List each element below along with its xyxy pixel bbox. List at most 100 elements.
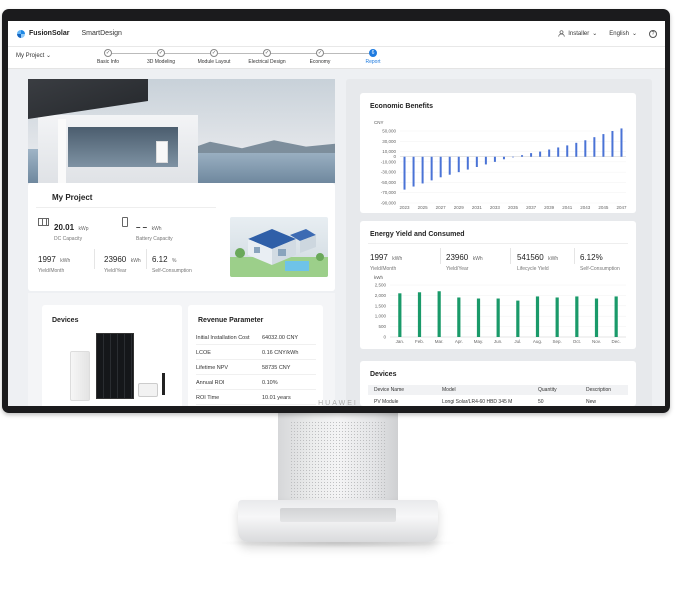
bar: [496, 298, 500, 337]
economic-unit: CNY: [374, 120, 384, 125]
revenue-row: Lifetime NPV 58735 CNY: [196, 361, 316, 375]
logo-text: FusionSolar: [29, 30, 70, 37]
chevron-down-icon: ⌄: [592, 31, 598, 37]
steps-bar: My Project ⌄ ✓ Basic Info ✓ 3D Modeling ✓ M…: [8, 47, 665, 69]
bar: [575, 296, 579, 337]
bar: [593, 137, 596, 157]
energy-unit: kWh: [374, 275, 383, 280]
language-select[interactable]: English ⌄: [609, 30, 637, 38]
monitor-scene: FusionSolar SmartDesign Installer ⌄ Engl…: [0, 0, 676, 595]
project-select[interactable]: My Project ⌄: [16, 52, 51, 59]
x-tick-label: Oct.: [573, 339, 581, 344]
economic-benefits-card: Economic Benefits CNY 50,000 30,000 10,000…: [360, 93, 636, 213]
revenue-row-label: Annual ROI: [196, 380, 225, 386]
bar: [475, 156, 478, 167]
monitor-brand-label: HUAWEI: [318, 400, 358, 407]
yield-month-value: 1997: [38, 255, 56, 264]
revenue-row: LCOE 0.16 CNY/kWh: [196, 346, 316, 360]
step-3d-modeling[interactable]: ✓ 3D Modeling: [131, 49, 191, 65]
x-tick-label: 2041: [562, 205, 573, 210]
y-tick-label: 0: [383, 335, 386, 340]
self-consumption-label: Self-Consumption: [152, 268, 192, 274]
bar: [557, 147, 560, 157]
y-tick-label: 30,000: [382, 139, 396, 144]
x-tick-label: 2029: [454, 205, 465, 210]
yield-year-unit: kWh: [130, 258, 141, 264]
user-icon: [558, 30, 565, 37]
dc-capacity: 20.01 kWp DC Capacity: [38, 217, 88, 242]
self-consumption-value: 6.12: [152, 255, 168, 264]
step-report[interactable]: 6 Report: [343, 49, 403, 65]
bar: [535, 296, 540, 337]
hero-column: [58, 119, 66, 183]
check-icon: ✓: [157, 49, 165, 57]
solar-panel-icon: [38, 218, 49, 226]
step-electrical-design[interactable]: ✓ Electrical Design: [237, 49, 297, 65]
revenue-row: Annual ROI 0.10%: [196, 376, 316, 390]
bar: [516, 300, 520, 337]
bar: [502, 156, 505, 160]
inverter-device-image: [70, 351, 90, 401]
y-tick-label: 2,500: [375, 283, 387, 288]
x-tick-label: Feb.: [415, 339, 424, 344]
x-tick-label: Apr.: [455, 339, 463, 344]
yield-year: 23960 kWh Yield/Year: [104, 249, 141, 274]
y-tick-label: 500: [378, 324, 386, 329]
x-tick-label: Nov.: [592, 339, 601, 344]
bar: [611, 131, 614, 157]
devices-table-title: Devices: [370, 371, 397, 378]
battery-capacity: – – kWh Battery Capacity: [122, 217, 173, 242]
revenue-title: Revenue Parameter: [198, 317, 264, 324]
project-select-label: My Project: [16, 53, 45, 59]
user-menu[interactable]: Installer ⌄: [558, 30, 597, 37]
revenue-row-value: 58735 CNY: [262, 365, 291, 371]
yield-month-unit: kWh: [60, 258, 71, 264]
y-tick-label: 50,000: [382, 129, 396, 134]
step-basic-info[interactable]: ✓ Basic Info: [78, 49, 138, 65]
step-number: 6: [369, 49, 377, 57]
product-name: SmartDesign: [81, 30, 122, 37]
bar: [620, 128, 623, 157]
divider: [146, 249, 147, 269]
x-tick-label: Aug.: [533, 339, 542, 344]
yield-month: 1997 kWh Yield/Month: [38, 249, 70, 274]
x-tick-label: 2047: [616, 205, 627, 210]
step-label: Electrical Design: [248, 59, 286, 65]
fusionsolar-logo-icon: [16, 29, 26, 39]
y-tick-label: -30,000: [381, 170, 397, 175]
step-module-layout[interactable]: ✓ Module Layout: [184, 49, 244, 65]
step-economy[interactable]: ✓ Economy: [290, 49, 350, 65]
bar: [476, 298, 481, 337]
pv-module-image: [96, 333, 134, 399]
y-tick-label: -10,000: [381, 159, 397, 164]
bar: [466, 156, 469, 170]
x-tick-label: Jan.: [396, 339, 405, 344]
bar: [448, 156, 451, 175]
battery-icon: [122, 217, 128, 227]
y-tick-label: -70,000: [381, 190, 397, 195]
house-3d-illustration: [230, 229, 328, 277]
bar: [594, 298, 599, 337]
y-tick-label: 1,500: [375, 303, 387, 308]
x-tick-label: Jun.: [494, 339, 503, 344]
app-logo[interactable]: FusionSolar: [16, 29, 69, 39]
step-label: Module Layout: [197, 59, 231, 65]
bar: [437, 291, 441, 337]
devices-title: Devices: [52, 317, 79, 324]
dongle-image: [162, 373, 165, 395]
x-tick-label: 2039: [544, 205, 555, 210]
help-icon[interactable]: ?: [649, 29, 657, 38]
language-label: English: [609, 30, 629, 37]
energy-yield-chart: kWh 2,500 2,000 1,500 1,000 500 0 Jan. Feb. Mar.…: [374, 275, 626, 344]
house-3d-model-thumbnail[interactable]: [230, 217, 328, 277]
bar: [602, 134, 605, 157]
project-hero-image: [28, 79, 335, 183]
y-tick-label: -90,000: [381, 201, 397, 206]
column-header: Model: [442, 387, 456, 393]
x-tick-label: 2031: [472, 205, 483, 210]
revenue-row-label: Lifetime NPV: [196, 365, 229, 371]
bar: [548, 149, 551, 157]
x-tick-label: 2035: [508, 205, 519, 210]
divider: [94, 249, 95, 269]
my-project-title: My Project: [52, 193, 93, 202]
